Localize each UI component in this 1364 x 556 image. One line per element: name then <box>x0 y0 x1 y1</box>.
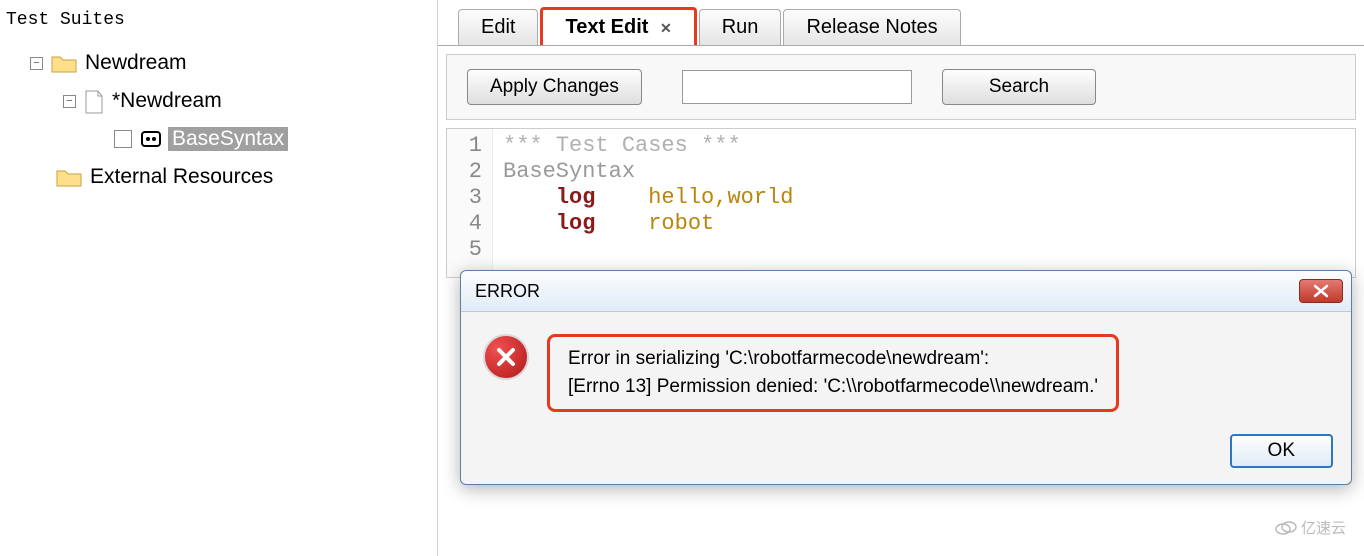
tab-text-edit[interactable]: Text Edit ✕ <box>540 7 696 45</box>
tab-edit[interactable]: Edit <box>458 9 538 45</box>
search-button[interactable]: Search <box>942 69 1096 105</box>
code-area[interactable]: *** Test Cases *** BaseSyntax log hello,… <box>493 129 803 277</box>
error-dialog: ERROR Error in serializing 'C:\robotfarm… <box>460 270 1352 485</box>
tree-item-newdream[interactable]: Newdream <box>85 51 187 75</box>
code-token: *** <box>503 133 556 158</box>
error-line: Error in serializing 'C:\robotfarmecode\… <box>568 345 1098 373</box>
folder-icon <box>56 167 82 187</box>
error-line: [Errno 13] Permission denied: 'C:\\robot… <box>568 373 1098 401</box>
tree-item-basesyntax[interactable]: BaseSyntax <box>168 127 288 151</box>
watermark: 亿速云 <box>1275 517 1346 538</box>
tab-run[interactable]: Run <box>699 9 782 45</box>
error-message: Error in serializing 'C:\robotfarmecode\… <box>547 334 1119 412</box>
code-token: *** <box>688 133 741 158</box>
line-number: 2 <box>447 159 482 185</box>
code-token: robot <box>648 211 714 236</box>
apply-changes-button[interactable]: Apply Changes <box>467 69 642 105</box>
code-token: BaseSyntax <box>503 159 635 184</box>
folder-icon <box>51 53 77 73</box>
error-icon <box>483 334 529 380</box>
tab-bar: Edit Text Edit ✕ Run Release Notes <box>438 0 1364 46</box>
line-number: 1 <box>447 133 482 159</box>
tab-release-notes[interactable]: Release Notes <box>783 9 960 45</box>
line-gutter: 1 2 3 4 5 <box>447 129 493 277</box>
tab-label: Release Notes <box>806 16 937 38</box>
toolbar: Apply Changes Search <box>446 54 1356 120</box>
code-token: Test Cases <box>556 133 688 158</box>
tab-label: Edit <box>481 16 515 38</box>
code-editor[interactable]: 1 2 3 4 5 *** Test Cases *** BaseSyntax … <box>446 128 1356 278</box>
testcase-checkbox[interactable] <box>114 130 132 148</box>
close-icon[interactable]: ✕ <box>660 20 672 36</box>
tree-item-newdream-file[interactable]: *Newdream <box>112 89 222 113</box>
suite-tree: − Newdream − *Newdream BaseSyn <box>0 44 437 196</box>
file-icon <box>84 90 106 112</box>
test-suites-panel: Test Suites − Newdream − *Newdream <box>0 0 438 556</box>
dialog-close-button[interactable] <box>1299 279 1343 303</box>
robot-icon <box>140 128 162 150</box>
expand-toggle[interactable]: − <box>63 95 76 108</box>
line-number: 3 <box>447 185 482 211</box>
watermark-text: 亿速云 <box>1301 517 1346 538</box>
tab-label: Run <box>722 16 759 38</box>
expand-toggle[interactable]: − <box>30 57 43 70</box>
tree-item-external-resources[interactable]: External Resources <box>90 165 273 189</box>
tab-label: Text Edit <box>565 16 648 38</box>
code-token: hello,world <box>648 185 793 210</box>
dialog-title: ERROR <box>475 281 540 302</box>
line-number: 5 <box>447 237 482 263</box>
code-token: log <box>556 211 596 236</box>
code-token: log <box>556 185 596 210</box>
search-input[interactable] <box>682 70 912 104</box>
line-number: 4 <box>447 211 482 237</box>
ok-button[interactable]: OK <box>1230 434 1333 468</box>
panel-title: Test Suites <box>0 4 437 44</box>
